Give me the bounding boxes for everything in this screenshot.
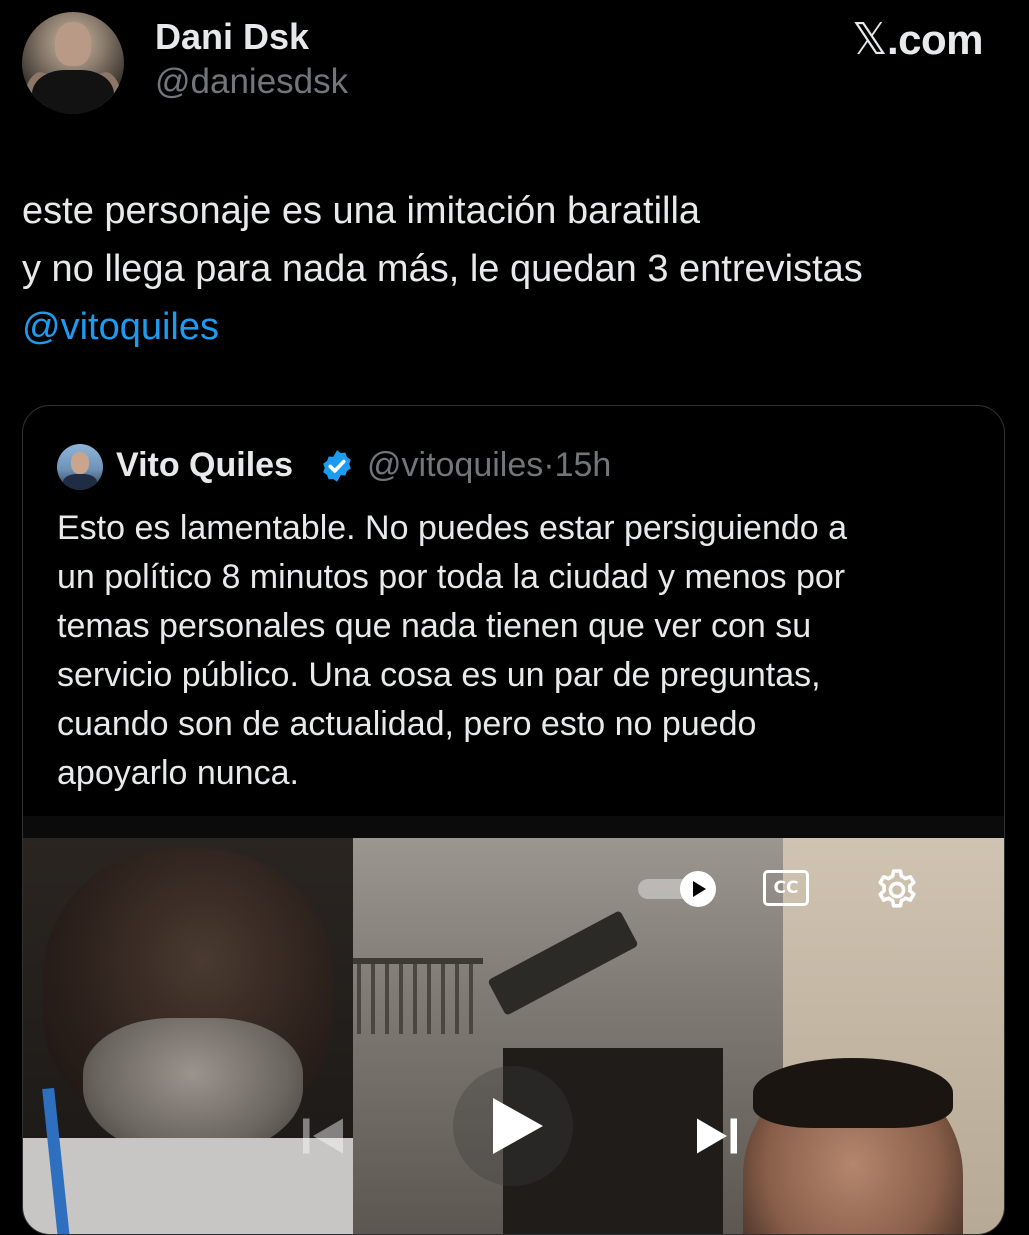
quoted-line: temas personales que nada tienen que ver…	[57, 607, 812, 645]
author-display-name[interactable]: Dani Dsk	[155, 16, 309, 58]
tweet-text: este personaje es una imitación baratill…	[22, 182, 1002, 356]
quoted-tweet-text: Esto es lamentable. No puedes estar pers…	[57, 504, 977, 798]
quoted-tweet-card[interactable]: Vito Quiles @vitoquiles·15h Esto es lame…	[22, 405, 1005, 1235]
meta-separator: ·	[543, 446, 555, 484]
toggle-play-glyph-icon	[693, 881, 706, 897]
x-logo-icon: 𝕏	[852, 14, 887, 65]
author-avatar[interactable]	[22, 12, 124, 114]
video-scene-balcony	[343, 958, 483, 1034]
quoted-author-avatar[interactable]	[57, 444, 103, 490]
closed-captions-icon[interactable]: CC	[763, 870, 809, 906]
previous-icon[interactable]	[293, 1106, 353, 1166]
author-handle[interactable]: @daniesdsk	[155, 62, 348, 102]
site-logo: 𝕏.com	[852, 14, 983, 65]
video-person-hair	[753, 1058, 953, 1128]
quoted-avatar-body	[63, 474, 97, 490]
quoted-author-name[interactable]: Vito Quiles	[116, 446, 293, 485]
quoted-line: servicio público. Una cosa es un par de …	[57, 656, 821, 694]
video-scene-sign	[487, 910, 639, 1016]
quoted-line: apoyarlo nunca.	[57, 754, 299, 792]
video-top-bar	[23, 816, 1004, 838]
tweet-line: este personaje es una imitación baratill…	[22, 190, 701, 232]
tweet-mention-link[interactable]: @vitoquiles	[22, 298, 1002, 356]
quoted-timestamp[interactable]: 15h	[555, 446, 612, 484]
tweet-line: y no llega para nada más, le quedan 3 en…	[22, 248, 863, 290]
quoted-handle[interactable]: @vitoquiles	[367, 446, 543, 484]
quoted-meta: @vitoquiles·15h	[367, 446, 611, 485]
play-icon	[493, 1098, 543, 1154]
avatar-shirt	[32, 70, 114, 114]
quoted-line: Esto es lamentable. No puedes estar pers…	[57, 509, 848, 547]
quoted-line: cuando son de actualidad, pero esto no p…	[57, 705, 757, 743]
autoplay-toggle-icon[interactable]	[638, 871, 718, 907]
toggle-knob	[680, 871, 716, 907]
site-logo-suffix: .com	[886, 16, 984, 63]
play-button[interactable]	[453, 1066, 573, 1186]
video-player[interactable]: CC	[23, 816, 1004, 1234]
video-person-beard	[83, 1018, 303, 1158]
settings-gear-icon[interactable]	[873, 866, 921, 914]
video-person-left	[23, 838, 353, 1234]
avatar-face	[55, 22, 91, 66]
next-icon[interactable]	[687, 1106, 747, 1166]
quoted-line: un político 8 minutos por toda la ciudad…	[57, 558, 846, 596]
verified-badge-icon	[323, 450, 351, 482]
quoted-avatar-face	[71, 452, 89, 474]
video-person-right	[743, 1058, 963, 1234]
